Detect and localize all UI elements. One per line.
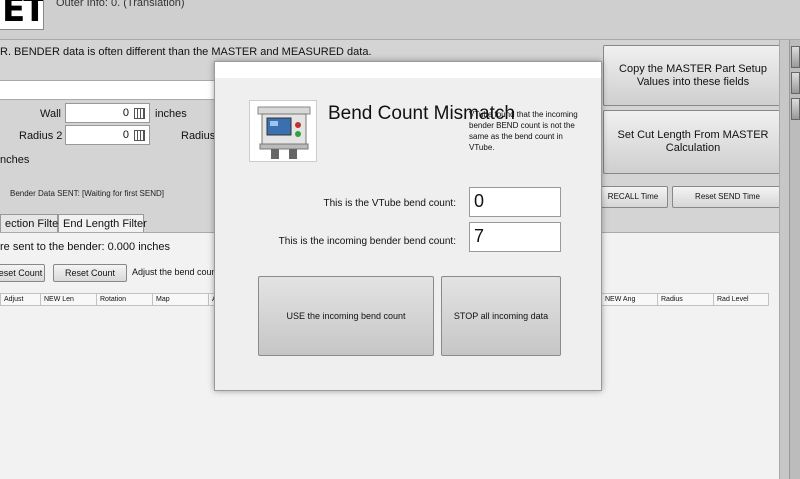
- reset-count-button-1[interactable]: eset Count: [0, 264, 45, 282]
- vtube-count-label: This is the VTube bend count:: [323, 198, 457, 209]
- col-header[interactable]: NEW Ang: [602, 294, 658, 306]
- use-incoming-count-button[interactable]: USE the incoming bend count: [258, 276, 434, 356]
- wall-label: Wall: [40, 108, 61, 120]
- grid-header-right: NEW Ang Radius Rad Level: [601, 293, 769, 306]
- radius2-field[interactable]: 0: [65, 125, 150, 145]
- inches-label: nches: [0, 154, 30, 166]
- vertical-scrollbar[interactable]: [779, 40, 789, 479]
- radius2-label: Radius 2: [19, 130, 63, 142]
- sent-to-bender-text: re sent to the bender: 0.000 inches: [0, 241, 171, 253]
- reset-send-time-button[interactable]: Reset SEND Time: [672, 186, 783, 208]
- incoming-count-label: This is the incoming bender bend count:: [278, 236, 456, 247]
- incoming-count-field: 7: [469, 222, 561, 252]
- col-header[interactable]: Map: [153, 294, 209, 306]
- reset-count-button-2[interactable]: Reset Count: [53, 264, 127, 282]
- tab-direction-filter[interactable]: ection Filter: [0, 214, 62, 234]
- bender-sent-status: Bender Data SENT: [Waiting for first SEN…: [10, 189, 164, 198]
- calculator-icon[interactable]: [134, 108, 145, 119]
- side-tool-button[interactable]: [791, 72, 800, 94]
- dialog-description: VTube found that the incoming bender BEN…: [469, 110, 578, 152]
- tab-end-length-filter[interactable]: End Length Filter: [58, 214, 147, 234]
- side-toolbar: [789, 40, 800, 479]
- adjust-bend-count-label: Adjust the bend count: [132, 267, 220, 277]
- blank-field-strip: [0, 80, 215, 100]
- col-header[interactable]: Radius: [658, 294, 714, 306]
- col-header[interactable]: Rotation: [97, 294, 153, 306]
- bend-count-mismatch-dialog: Bend Count Mismatch VTube found that the…: [214, 61, 602, 391]
- dialog-header-strip: [215, 62, 601, 78]
- recall-time-button[interactable]: RECALL Time: [598, 186, 668, 208]
- app-logo: ET: [0, 0, 44, 30]
- side-tool-button[interactable]: [791, 98, 800, 120]
- side-tool-button[interactable]: [791, 46, 800, 68]
- grid-header-left: Adjust NEW Len Rotation Map A: [0, 293, 216, 306]
- bender-machine-image: [249, 100, 317, 162]
- col-header[interactable]: NEW Len: [41, 294, 97, 306]
- radius-label: Radius: [181, 130, 216, 142]
- copy-master-values-button[interactable]: Copy the MASTER Part Setup Values into t…: [603, 45, 783, 106]
- stop-incoming-data-button[interactable]: STOP all incoming data: [441, 276, 561, 356]
- wall-field[interactable]: 0: [65, 103, 150, 123]
- col-header[interactable]: Adjust: [1, 294, 41, 306]
- bender-data-note: R. BENDER data is often different than t…: [0, 46, 372, 58]
- top-bar: ET Outer Info: 0. (Translation): [0, 0, 800, 40]
- calculator-icon[interactable]: [134, 130, 145, 141]
- vtube-count-field: 0: [469, 187, 561, 217]
- col-header[interactable]: Rad Level: [714, 294, 769, 306]
- set-cut-length-button[interactable]: Set Cut Length From MASTER Calculation: [603, 110, 783, 174]
- wall-unit-label: inches: [155, 108, 187, 120]
- top-info-text: Outer Info: 0. (Translation): [56, 0, 185, 9]
